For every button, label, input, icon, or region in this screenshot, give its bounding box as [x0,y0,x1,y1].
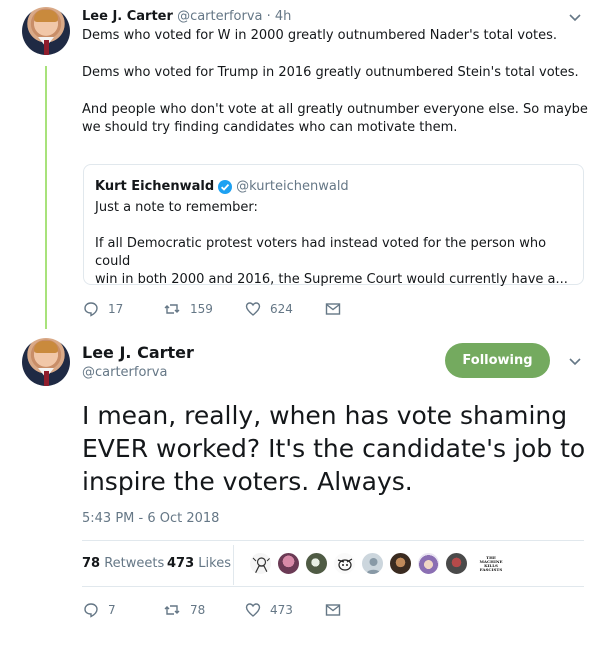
tweet-paragraph: Dems who voted for W in 2000 greatly out… [82,28,558,43]
author-avatar[interactable] [22,338,70,386]
tweet-line: I mean, really, when has vote shaming [82,401,568,430]
liker-avatar[interactable]: THE MACHINE KILLS FASCISTS [473,552,509,575]
tweet-header: Lee J. Carter @carterforva · 4h [82,9,291,24]
liker-avatar-text: THE MACHINE KILLS FASCISTS [479,554,503,572]
tweet-paragraph: we should try finding candidates who can… [82,120,458,135]
liker-avatar[interactable] [389,552,412,575]
quote-author-name: Kurt Eichenwald [95,179,215,194]
quote-line: win in both 2000 and 2016, the Supreme C… [95,272,568,287]
tweet-time[interactable]: · 4h [267,9,292,24]
chevron-down-icon[interactable] [568,355,582,369]
envelope-icon [325,604,341,616]
author-handle[interactable]: @carterforva [82,365,167,380]
retweet-count: 159 [190,302,213,316]
retweet-count: 78 [190,603,206,617]
quote-line: If all Democratic protest voters had ins… [95,236,547,269]
retweet-button[interactable]: 78 [163,602,205,618]
reply-icon [84,302,98,317]
retweets-number: 78 [82,556,101,571]
reply-count: 7 [108,603,116,617]
like-button[interactable]: 624 [245,301,293,317]
quote-text: Just a note to remember: If all Democrat… [95,199,580,289]
author-name[interactable]: Lee J. Carter [82,343,194,362]
likes-stat[interactable]: 473 Likes [167,556,231,571]
message-button[interactable] [325,602,350,618]
tweet-paragraph: And people who don't vote at all greatly… [82,102,588,117]
quote-line: Just a note to remember: [95,200,258,215]
heart-icon [245,603,261,617]
reply-icon [84,603,98,618]
liker-avatar[interactable] [249,552,272,575]
chevron-down-icon[interactable] [568,11,582,25]
tweet-paragraph: Dems who voted for Trump in 2016 greatly… [82,65,579,80]
likes-number: 473 [167,556,195,571]
message-button[interactable] [325,301,350,317]
tweet-timestamp[interactable]: 5:43 PM - 6 Oct 2018 [82,511,219,526]
liker-avatar[interactable] [333,552,356,575]
thread-line [45,66,47,329]
retweet-icon [164,605,180,615]
retweet-button[interactable]: 159 [163,301,213,317]
liker-avatar[interactable] [445,552,468,575]
likes-label: Likes [198,556,231,571]
liker-avatar[interactable] [361,552,384,575]
tweet-text: Dems who voted for W in 2000 greatly out… [82,27,592,137]
verified-icon [218,179,233,194]
reply-count: 17 [108,302,124,316]
author-avatar[interactable] [22,7,70,55]
author-handle[interactable]: @carterforva [177,9,262,24]
liker-avatar[interactable] [277,552,300,575]
tweet-line: inspire the voters. Always. [82,467,413,496]
tweet-text: I mean, really, when has vote shaming EV… [82,399,592,498]
envelope-icon [325,303,341,315]
quote-author-handle: @kurteichenwald [236,179,349,194]
heart-icon [245,302,261,316]
retweets-label: Retweets [104,556,165,571]
retweet-icon [164,304,180,314]
author-name[interactable]: Lee J. Carter [82,9,173,24]
divider [82,586,584,587]
divider [233,545,234,585]
following-button[interactable]: Following [445,343,550,378]
liker-avatar[interactable] [305,552,328,575]
reply-button[interactable]: 17 [83,301,123,317]
like-count: 473 [270,603,293,617]
tweet-line: EVER worked? It's the candidate's job to [82,434,586,463]
reply-button[interactable]: 7 [83,602,116,618]
liker-avatar[interactable] [417,552,440,575]
quoted-tweet[interactable]: Kurt Eichenwald @kurteichenwald Just a n… [83,164,584,287]
retweets-stat[interactable]: 78 Retweets [82,556,164,571]
quote-header: Kurt Eichenwald @kurteichenwald [95,179,349,194]
like-button[interactable]: 473 [245,602,293,618]
divider [82,540,584,541]
like-count: 624 [270,302,293,316]
